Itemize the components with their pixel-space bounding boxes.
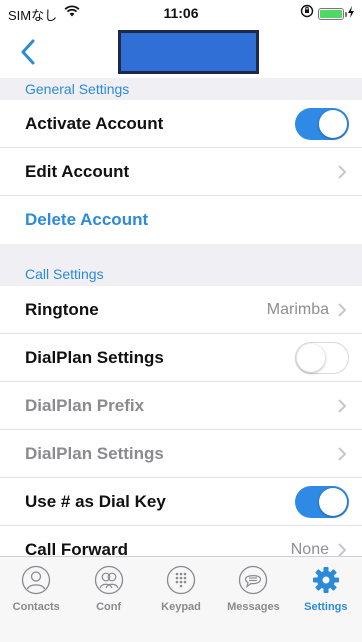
gear-icon (312, 567, 339, 593)
chevron-right-icon (338, 303, 347, 317)
row-use-hash-dial-key: Use # as Dial Key (0, 478, 362, 526)
back-button[interactable] (18, 37, 42, 67)
charging-icon (348, 5, 354, 23)
tab-messages[interactable]: Messages (217, 557, 289, 642)
tab-contacts[interactable]: Contacts (0, 557, 72, 642)
tab-keypad[interactable]: Keypad (145, 557, 217, 642)
row-label: Activate Account (25, 113, 164, 133)
row-label: DialPlan Prefix (25, 395, 145, 415)
chevron-right-icon (338, 165, 347, 179)
keypad-icon (166, 565, 196, 595)
status-bar: SIMなし 11:06 (0, 0, 362, 26)
row-delete-account[interactable]: Delete Account (0, 196, 362, 244)
row-label: Edit Account (25, 161, 130, 181)
person-icon (22, 565, 51, 595)
redacted-title (118, 30, 259, 74)
section-header-call: Call Settings (0, 244, 362, 286)
row-ringtone[interactable]: Ringtone Marimba (0, 286, 362, 334)
chevron-right-icon (338, 447, 347, 461)
group-icon (94, 565, 123, 595)
tab-bar: Contacts Conf Keypad Messages Settings (0, 556, 362, 642)
row-activate-account: Activate Account (0, 100, 362, 148)
message-icon (239, 565, 268, 595)
section-header-general: General Settings (0, 78, 362, 100)
tab-label: Settings (304, 601, 348, 613)
tab-label: Messages (227, 601, 280, 613)
navigation-bar (0, 26, 362, 78)
tab-settings[interactable]: Settings (290, 557, 362, 642)
status-right (300, 4, 354, 23)
use-hash-dial-key-toggle[interactable] (295, 486, 349, 518)
row-label: Use # as Dial Key (25, 491, 166, 511)
row-dialplan-prefix[interactable]: DialPlan Prefix (0, 382, 362, 430)
dialplan-settings-toggle[interactable] (295, 342, 349, 374)
chevron-right-icon (338, 543, 347, 557)
row-label: DialPlan Settings (25, 443, 164, 463)
row-dialplan-settings-2[interactable]: DialPlan Settings (0, 430, 362, 478)
delete-account-link[interactable]: Delete Account (25, 210, 148, 230)
row-dialplan-settings: DialPlan Settings (0, 334, 362, 382)
chevron-left-icon (21, 39, 35, 65)
activate-account-toggle[interactable] (295, 108, 349, 140)
battery-icon (318, 7, 347, 20)
ringtone-value: Marimba (266, 300, 329, 318)
tab-label: Contacts (12, 601, 60, 613)
chevron-right-icon (338, 399, 347, 413)
tab-conf[interactable]: Conf (72, 557, 144, 642)
row-label: DialPlan Settings (25, 347, 164, 367)
row-edit-account[interactable]: Edit Account (0, 148, 362, 196)
settings-list: General Settings Activate Account Edit A… (0, 78, 362, 574)
tab-label: Conf (96, 601, 122, 613)
orientation-lock-icon (300, 4, 314, 23)
row-label: Ringtone (25, 299, 99, 319)
tab-label: Keypad (161, 601, 201, 613)
